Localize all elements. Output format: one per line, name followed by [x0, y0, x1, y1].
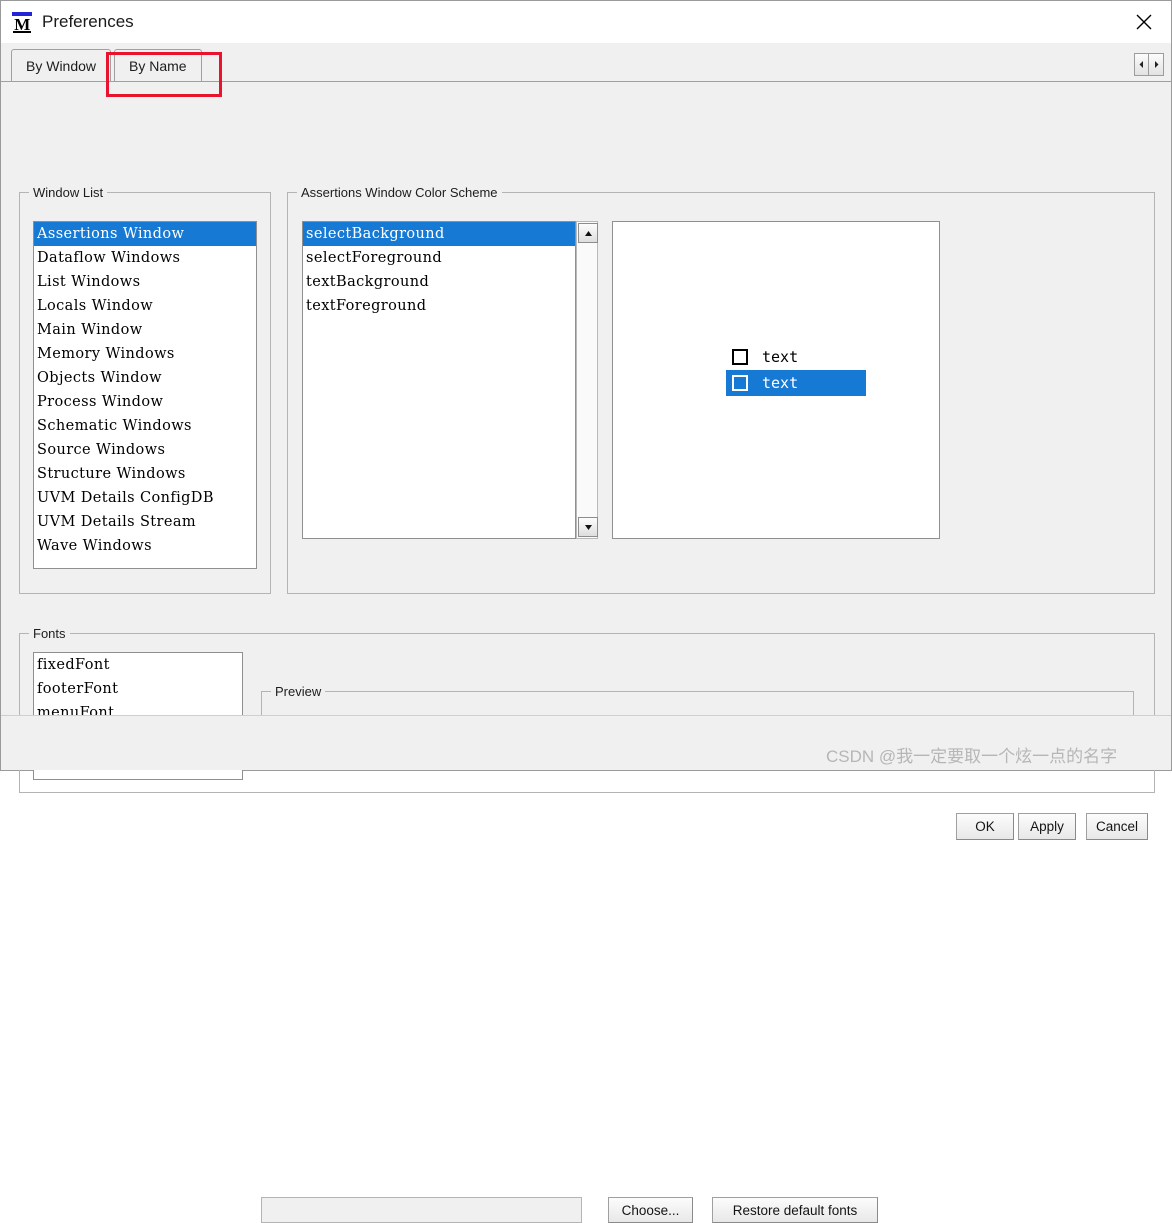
cancel-button[interactable]: Cancel — [1086, 813, 1148, 840]
color-property-listbox[interactable]: selectBackground selectForeground textBack… — [302, 221, 576, 539]
ok-button[interactable]: OK — [956, 813, 1014, 840]
preview-checkbox-row: text — [726, 370, 866, 396]
window-list-item[interactable]: Source Windows — [34, 438, 256, 462]
window-list-item[interactable]: UVM Details ConfigDB — [34, 486, 256, 510]
checkbox-icon — [732, 375, 748, 391]
font-preview-group-title: Preview — [271, 684, 326, 699]
fonts-item[interactable]: fixedFont — [34, 653, 242, 677]
scrollbar-track[interactable] — [578, 243, 596, 517]
color-property-scrollbar[interactable] — [576, 221, 598, 539]
color-scheme-group-title: Assertions Window Color Scheme — [297, 185, 502, 200]
window-list-item[interactable]: UVM Details Stream — [34, 510, 256, 534]
fonts-group-title: Fonts — [29, 626, 70, 641]
window-list-group: Window List Assertions Window Dataflow Wi… — [19, 185, 271, 594]
preferences-dialog: M Preferences By Window By Name Window L… — [0, 0, 1172, 1223]
window-list-item[interactable]: Wave Windows — [34, 534, 256, 558]
window-list-group-title: Window List — [29, 185, 108, 200]
tab-by-name[interactable]: By Name — [114, 49, 202, 81]
window-list-item[interactable]: Memory Windows — [34, 342, 256, 366]
preview-row-label: text — [762, 374, 799, 392]
color-preview-panel: text text — [612, 221, 940, 539]
chevron-right-icon[interactable] — [1149, 53, 1164, 76]
checkbox-icon — [732, 349, 748, 365]
window-list-item[interactable]: Structure Windows — [34, 462, 256, 486]
window-list-item[interactable]: List Windows — [34, 270, 256, 294]
window-list-item[interactable]: Process Window — [34, 390, 256, 414]
window-list-item[interactable]: Main Window — [34, 318, 256, 342]
color-scheme-item[interactable]: selectForeground — [303, 246, 575, 270]
chevron-left-icon[interactable] — [1134, 53, 1149, 76]
preview-checkbox-row: text — [726, 344, 866, 370]
dialog-content: Window List Assertions Window Dataflow Wi… — [1, 82, 1171, 1223]
color-scheme-item[interactable]: selectBackground — [303, 222, 575, 246]
window-title: Preferences — [42, 12, 134, 31]
title-bar: M Preferences — [1, 1, 1171, 43]
scroll-up-icon[interactable] — [578, 223, 598, 243]
color-scheme-group: Assertions Window Color Scheme selectBac… — [287, 185, 1155, 594]
close-icon[interactable] — [1117, 1, 1171, 43]
apply-button[interactable]: Apply — [1018, 813, 1076, 840]
color-scheme-item[interactable]: textForeground — [303, 294, 575, 318]
color-scheme-item[interactable]: textBackground — [303, 270, 575, 294]
tab-scroll-buttons — [1134, 53, 1164, 76]
tab-strip: By Window By Name — [1, 43, 1171, 82]
dialog-footer — [1, 715, 1171, 770]
window-list-item[interactable]: Locals Window — [34, 294, 256, 318]
window-list-listbox[interactable]: Assertions Window Dataflow Windows List Wi… — [33, 221, 257, 569]
window-list-item[interactable]: Objects Window — [34, 366, 256, 390]
color-preview-rows: text text — [726, 344, 866, 396]
preview-row-label: text — [762, 348, 799, 366]
modelsim-m-icon: M — [11, 11, 33, 33]
window-list-item[interactable]: Dataflow Windows — [34, 246, 256, 270]
restore-default-fonts-button[interactable]: Restore default fonts — [712, 1197, 878, 1223]
choose-font-button[interactable]: Choose... — [608, 1197, 693, 1223]
scroll-down-icon[interactable] — [578, 517, 598, 537]
font-value-input[interactable] — [261, 1197, 582, 1223]
tab-by-window[interactable]: By Window — [11, 49, 112, 81]
fonts-item[interactable]: footerFont — [34, 677, 242, 701]
window-list-item[interactable]: Assertions Window — [34, 222, 256, 246]
window-list-item[interactable]: Schematic Windows — [34, 414, 256, 438]
